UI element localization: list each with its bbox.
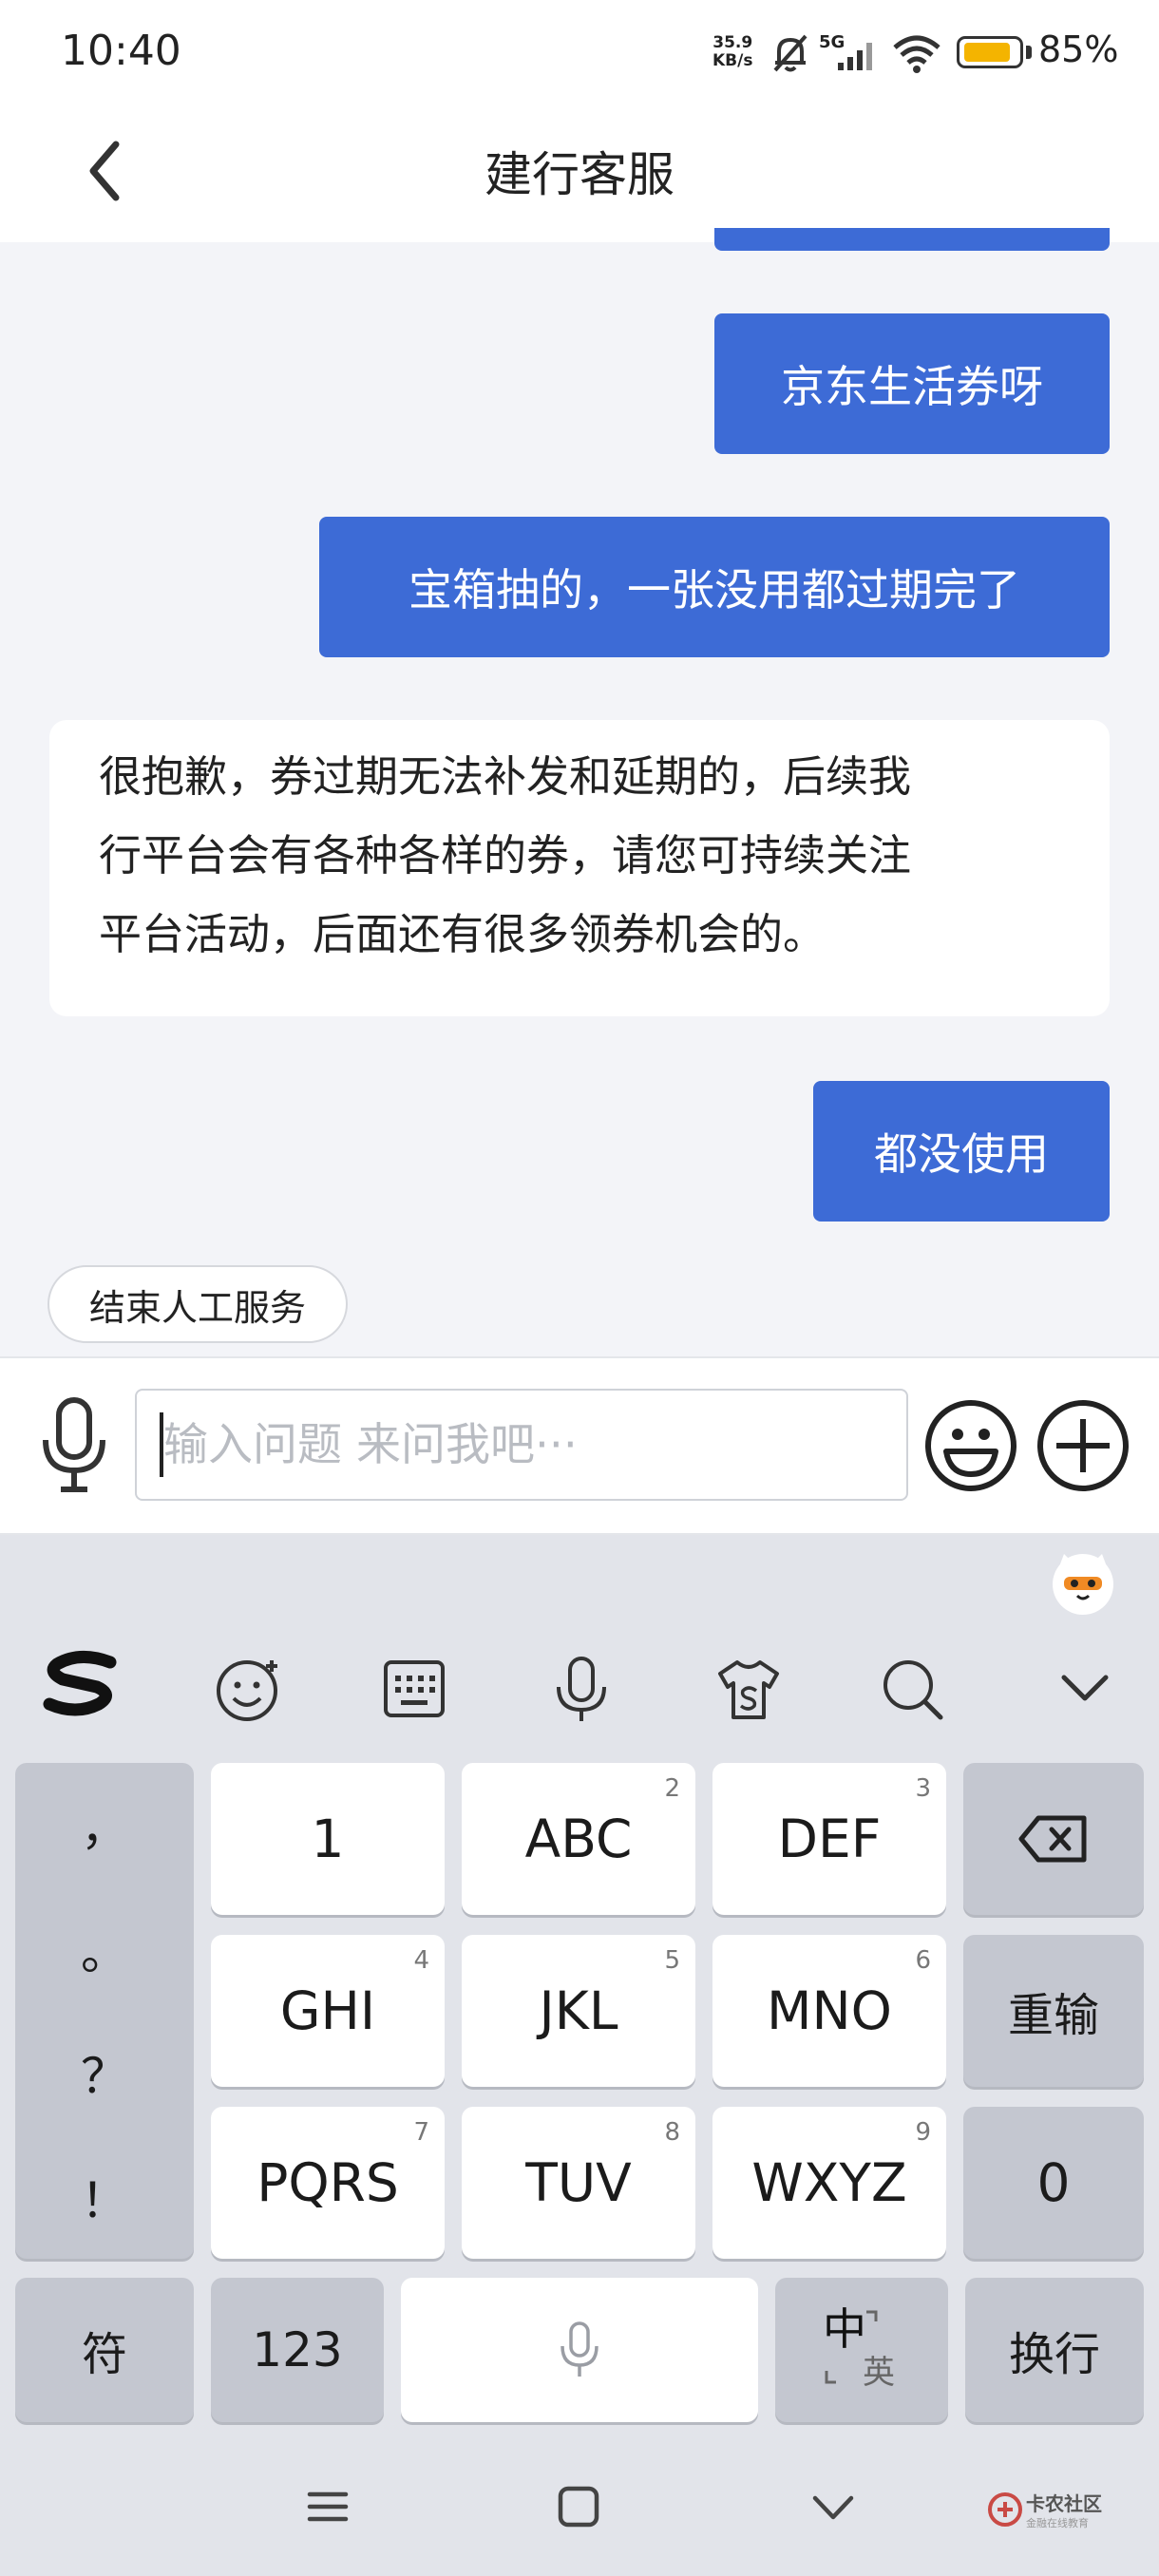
key-ghi[interactable]: GHI 4 [211,1935,445,2087]
zero-key[interactable]: 0 [963,2107,1144,2259]
key-label: DEF [777,1809,882,1869]
key-number: 6 [915,1946,931,1975]
battery-tip [1026,46,1032,59]
key-mno[interactable]: MNO 6 [712,1935,946,2087]
skin-tshirt-icon[interactable] [711,1651,787,1727]
key-label: 换行 [1008,2328,1100,2381]
network-speed: 35.9 KB/s [712,33,753,70]
watermark-title: 卡农社区 [1026,2492,1102,2515]
key-abc[interactable]: ABC 2 [462,1763,695,1915]
watermark-logo [988,2492,1022,2527]
keyboard-layout-icon[interactable] [376,1651,452,1727]
message-line: 行平台会有各种各样的券，请您可持续关注 [99,830,912,881]
key-label: PQRS [256,2152,399,2213]
key-tuv[interactable]: TUV 8 [462,2107,695,2259]
voice-keyboard-icon[interactable] [543,1651,619,1727]
end-service-button[interactable]: 结束人工服务 [48,1265,348,1343]
key-label: MNO [767,1980,892,2041]
space-key[interactable] [401,2278,758,2422]
menu-icon[interactable] [304,2483,352,2530]
battery-icon [957,36,1023,68]
user-message-bubble: 都没使用 [813,1081,1110,1222]
text-cursor [160,1412,163,1477]
key-label: 0 [1036,2152,1071,2213]
key-def[interactable]: DEF 3 [712,1763,946,1915]
key-wxyz[interactable]: WXYZ 9 [712,2107,946,2259]
wifi-icon [893,35,940,73]
punctuation-column[interactable]: ， 。 ？ ！ [15,1763,194,2259]
numbers-key[interactable]: 123 [211,2278,384,2422]
key-1[interactable]: 1 [211,1763,445,1915]
sogou-logo-icon[interactable] [42,1649,122,1717]
symbols-key[interactable]: 符 [15,2278,194,2422]
punct-period-key[interactable]: 。 [81,1915,128,1983]
key-number: 5 [664,1946,680,1975]
backspace-key[interactable] [963,1763,1144,1915]
enter-key[interactable]: 换行 [965,2278,1144,2422]
key-jkl[interactable]: JKL 5 [462,1935,695,2087]
key-number: 2 [664,1774,680,1803]
message-input[interactable] [135,1389,908,1501]
key-pqrs[interactable]: PQRS 7 [211,2107,445,2259]
key-number: 8 [664,2118,680,2147]
agent-message-bubble: 很抱歉，券过期无法补发和延期的，后续我 行平台会有各种各样的券，请您可持续关注 … [49,720,1110,1016]
punct-exclamation-key[interactable]: ！ [81,2163,128,2231]
user-message-bubble: 宝箱抽的，一张没用都过期完了 [319,517,1110,657]
mascot-icon[interactable] [1049,1548,1117,1617]
key-label: 符 [81,2328,127,2381]
user-message-bubble: 京东生活券呀 [714,313,1110,454]
key-label: TUV [525,2152,632,2213]
key-label: ABC [524,1809,633,1869]
key-number: 4 [413,1946,429,1975]
mute-bell-icon [773,34,808,72]
search-icon[interactable] [874,1651,950,1727]
message-text: 京东生活券呀 [781,361,1043,412]
key-label: JKL [539,1980,618,2041]
collapse-keyboard-icon[interactable] [1047,1651,1123,1727]
space-mic-icon [560,2321,598,2377]
key-label: WXYZ [751,2152,907,2213]
watermark-subtitle: 金融在线教育 [1026,2517,1089,2529]
emoji-panel-icon[interactable] [211,1651,287,1727]
battery-percent: 85% [1038,28,1119,70]
punct-comma-key[interactable]: ， [81,1790,128,1859]
switch-brackets-icon [825,2310,878,2384]
message-input-field[interactable] [163,1418,906,1471]
battery-level-fill [964,43,1010,62]
previous-message-bubble [714,228,1110,251]
key-label: 重输 [1007,1989,1099,2042]
message-line: 平台活动，后面还有很多领券机会的。 [99,909,826,959]
key-label: 1 [311,1809,345,1869]
backspace-icon [1018,1815,1087,1863]
status-time: 10:40 [61,27,181,75]
key-number: 3 [915,1774,931,1803]
hide-keyboard-icon[interactable] [809,2483,857,2530]
reset-key[interactable]: 重输 [963,1935,1144,2087]
key-label: GHI [279,1980,376,2041]
punct-question-key[interactable]: ？ [81,2038,128,2107]
key-number: 7 [413,2118,429,2147]
message-text: 宝箱抽的，一张没用都过期完了 [408,564,1020,616]
page-title: 建行客服 [484,147,674,202]
key-label: 123 [252,2322,343,2377]
voice-input-icon[interactable] [36,1396,112,1495]
add-icon[interactable] [1036,1398,1130,1493]
cellular-signal-icon [838,43,872,70]
message-line: 很抱歉，券过期无法补发和延期的，后续我 [99,751,912,802]
home-icon[interactable] [555,2483,602,2530]
emoji-icon[interactable] [923,1398,1018,1493]
language-switch-key[interactable]: 中 英 [775,2278,948,2422]
key-number: 9 [915,2118,931,2147]
message-text: 都没使用 [874,1128,1049,1180]
